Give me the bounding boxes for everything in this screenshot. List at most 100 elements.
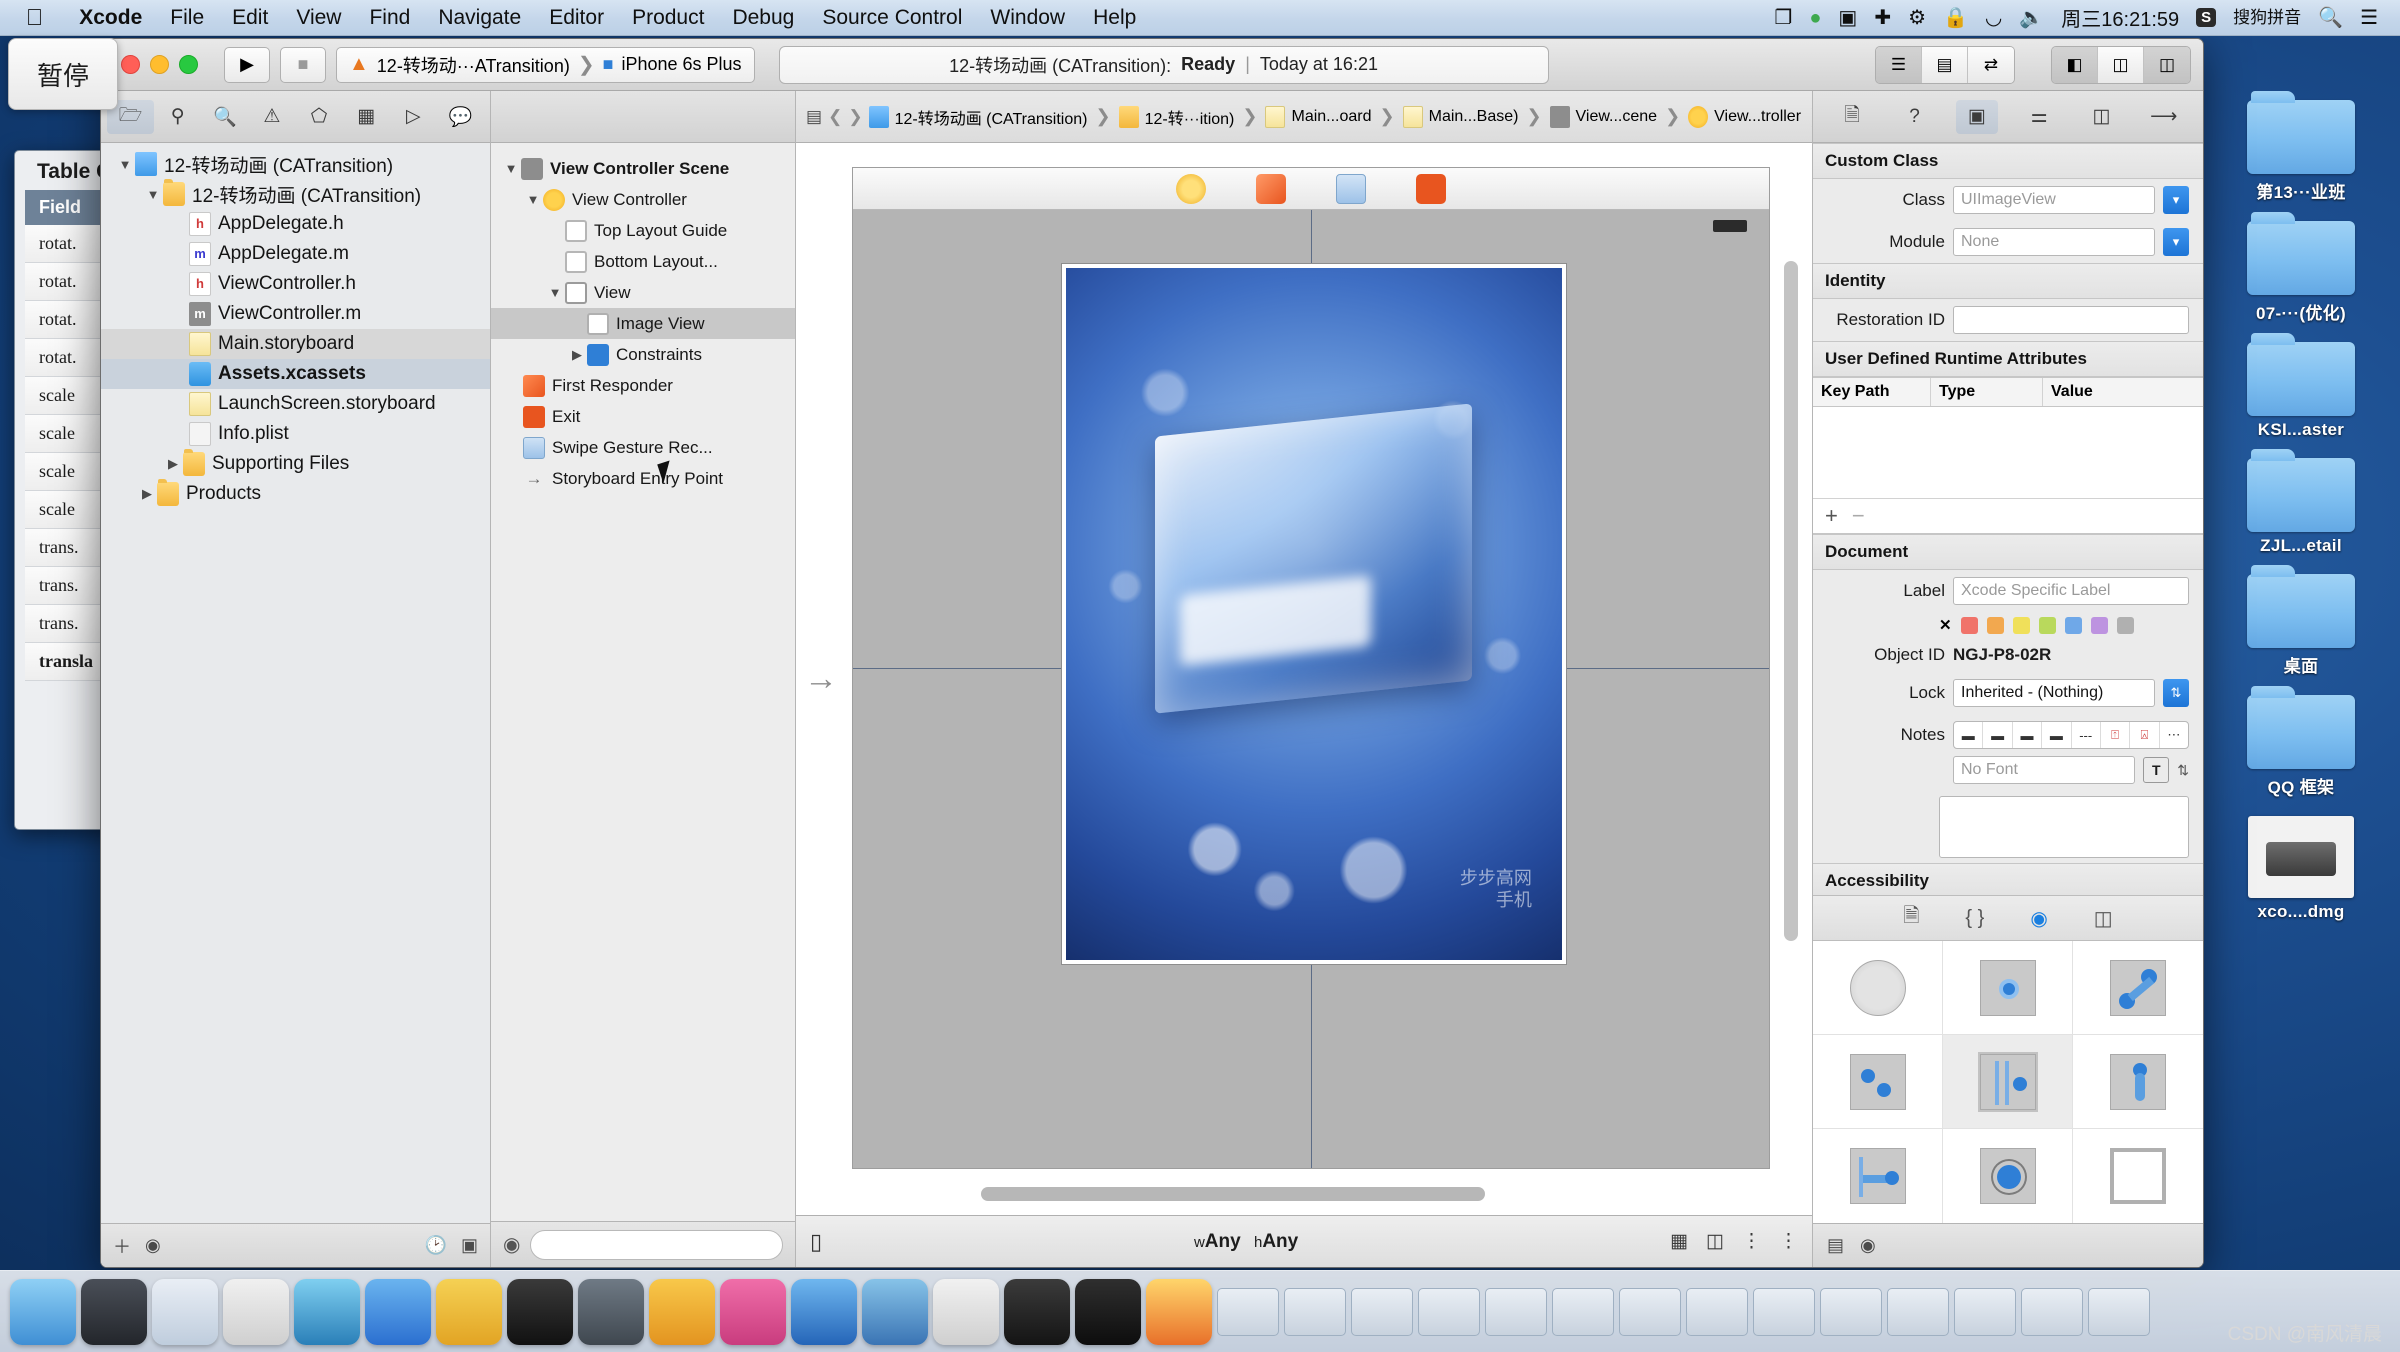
disclosure-triangle-icon[interactable]: ▼ <box>115 157 135 172</box>
clear-color-button[interactable]: ✕ <box>1939 616 1952 634</box>
stop-button[interactable]: ■ <box>280 46 326 83</box>
paw-icon[interactable] <box>720 1278 786 1345</box>
outline-row-exit[interactable]: Exit <box>491 401 795 432</box>
settings-icon[interactable] <box>578 1278 644 1345</box>
nav-row-supporting-files[interactable]: ▶ Supporting Files <box>101 449 490 479</box>
desktop-icon[interactable]: 第13···业班 <box>2226 91 2376 203</box>
add-attribute-button[interactable]: + <box>1825 503 1838 529</box>
outline-row-image-view[interactable]: Image View <box>491 308 795 339</box>
library-item-swipe-gesture[interactable] <box>1943 1035 2073 1129</box>
class-dropdown-icon[interactable]: ▾ <box>2163 186 2189 214</box>
nav-row-viewcontroller-h[interactable]: h ViewController.h <box>101 269 490 299</box>
color-swatch-blue[interactable] <box>2064 616 2082 634</box>
nav-row-main-storyboard[interactable]: Main.storyboard <box>101 329 490 359</box>
view-controller-icon[interactable] <box>1176 173 1206 204</box>
launchpad-icon[interactable] <box>81 1278 147 1345</box>
outline-row-scene[interactable]: ▼ View Controller Scene <box>491 153 795 184</box>
view-controller-canvas[interactable]: 步步高网 手机 <box>852 167 1770 1169</box>
first-responder-icon[interactable] <box>1256 173 1286 204</box>
zoom-button[interactable] <box>179 55 198 74</box>
outline-row-view[interactable]: ▼ View <box>491 277 795 308</box>
outline-row-first-responder[interactable]: First Responder <box>491 370 795 401</box>
bold-icon[interactable]: ▬ <box>1954 722 1984 748</box>
disclosure-triangle-icon[interactable]: ▼ <box>143 187 163 202</box>
notes-font-input[interactable]: No Font <box>1953 756 2136 784</box>
minimized-window[interactable] <box>1619 1287 1681 1336</box>
search-icon[interactable]: 🔍 <box>2318 8 2343 28</box>
nav-row-launchscreen-storyboard[interactable]: LaunchScreen.storyboard <box>101 389 490 419</box>
safari-icon[interactable] <box>152 1278 218 1345</box>
minimized-window[interactable] <box>1753 1287 1815 1336</box>
breadcrumb-scene[interactable]: View...cene <box>1549 105 1657 128</box>
swipe-gesture-icon[interactable] <box>1336 173 1366 204</box>
color-swatch-green[interactable] <box>2038 616 2056 634</box>
object-library-icon[interactable]: ◉ <box>2030 906 2047 931</box>
menu-item-product[interactable]: Product <box>618 6 718 30</box>
document-label-input[interactable]: Xcode Specific Label <box>1953 577 2189 605</box>
menu-item-window[interactable]: Window <box>976 6 1079 30</box>
disclosure-triangle-icon[interactable]: ▼ <box>545 285 565 300</box>
file-template-library-icon[interactable]: 🗎 <box>1903 901 1919 935</box>
outline-row-bottom-layout-guide[interactable]: Bottom Layout... <box>491 246 795 277</box>
embed-in-icon[interactable]: ▦ <box>1670 1230 1688 1253</box>
minimized-window[interactable] <box>2088 1287 2150 1336</box>
numbers-icon[interactable] <box>933 1278 999 1345</box>
strikethrough-icon[interactable]: ▬ <box>2042 722 2072 748</box>
version-editor-icon[interactable]: ⇄ <box>1968 46 2014 83</box>
desktop-icon[interactable]: KSI...aster <box>2226 333 2376 440</box>
breadcrumb-project[interactable]: 12-转场动画 (CATransition) <box>868 105 1088 129</box>
minimized-window[interactable] <box>1485 1287 1547 1336</box>
no-color-icon[interactable]: ⍓ <box>2130 722 2160 748</box>
mail-icon[interactable] <box>223 1278 289 1345</box>
calculator-icon[interactable] <box>1004 1278 1070 1345</box>
lock-select[interactable]: Inherited - (Nothing) <box>1953 679 2155 707</box>
debug-area-toggle-icon[interactable]: ◫ <box>2098 46 2144 83</box>
remove-attribute-button[interactable]: − <box>1852 503 1865 529</box>
library-item[interactable] <box>1813 1129 1943 1223</box>
outline-row-entry-point[interactable]: → Storyboard Entry Point <box>491 463 795 494</box>
disclosure-triangle-icon[interactable]: ▶ <box>137 486 157 502</box>
more-icon[interactable]: ⋯ <box>2160 722 2188 748</box>
related-items-icon[interactable]: ▤ <box>806 107 822 127</box>
photos-icon[interactable] <box>294 1278 360 1345</box>
library-item[interactable] <box>1943 941 2073 1035</box>
code-snippet-library-icon[interactable]: { } <box>1965 907 1984 930</box>
scheme-selector[interactable]: ▲ 12-转场动···ATransition) ❯ ■ iPhone 6s Pl… <box>336 46 755 83</box>
size-class-control[interactable]: wAny hAny <box>834 1231 1658 1253</box>
finder-icon[interactable] <box>10 1278 76 1345</box>
lock-icon[interactable]: 🔒 <box>1943 8 1968 28</box>
menu-item-edit[interactable]: Edit <box>218 6 282 30</box>
sketch-icon[interactable] <box>649 1278 715 1345</box>
terminal-icon[interactable] <box>507 1278 573 1345</box>
minimized-window[interactable] <box>1686 1287 1748 1336</box>
font-stepper-icon[interactable]: ⇅ <box>2177 762 2189 779</box>
align-icon[interactable]: ◫ <box>1706 1230 1724 1253</box>
color-swatch-red[interactable] <box>1960 616 1978 634</box>
canvas-horizontal-scrollbar[interactable] <box>852 1187 1770 1201</box>
file-inspector-icon[interactable]: 🗎 <box>1831 100 1873 134</box>
dashboard-icon[interactable] <box>791 1278 857 1345</box>
desktop-icon[interactable]: xco....dmg <box>2226 816 2376 922</box>
restoration-id-input[interactable] <box>1953 306 2189 334</box>
breadcrumb-storyboard-base[interactable]: Main...Base) <box>1402 105 1518 128</box>
outline-row-top-layout-guide[interactable]: Top Layout Guide <box>491 215 795 246</box>
connections-inspector-icon[interactable]: ⟶ <box>2143 100 2185 134</box>
chrome-icon[interactable] <box>1146 1278 1212 1345</box>
navigator-toggle-icon[interactable]: ◧ <box>2052 46 2098 83</box>
module-input[interactable]: None <box>1953 228 2155 256</box>
nav-row-viewcontroller-m[interactable]: m ViewController.m <box>101 299 490 329</box>
disclosure-triangle-icon[interactable]: ▼ <box>501 161 521 176</box>
evernote-icon[interactable]: ● <box>1809 8 1821 28</box>
color-swatch-purple[interactable] <box>2090 616 2108 634</box>
scrollbar-thumb[interactable] <box>980 1187 1486 1201</box>
disclosure-triangle-icon[interactable]: ▼ <box>523 192 543 207</box>
minimized-window[interactable] <box>1954 1287 2016 1336</box>
library-item[interactable] <box>2073 941 2203 1035</box>
nav-row-appdelegate-h[interactable]: h AppDelegate.h <box>101 209 490 239</box>
scrollbar-thumb[interactable] <box>1784 260 1798 942</box>
lock-stepper-icon[interactable]: ⇅ <box>2163 679 2189 707</box>
screen-recorder-icon[interactable]: ▣ <box>1838 8 1857 28</box>
no-fill-icon[interactable]: ⍐ <box>2101 722 2131 748</box>
minimized-window[interactable] <box>1217 1287 1279 1336</box>
size-inspector-icon[interactable]: ◫ <box>2080 100 2122 134</box>
